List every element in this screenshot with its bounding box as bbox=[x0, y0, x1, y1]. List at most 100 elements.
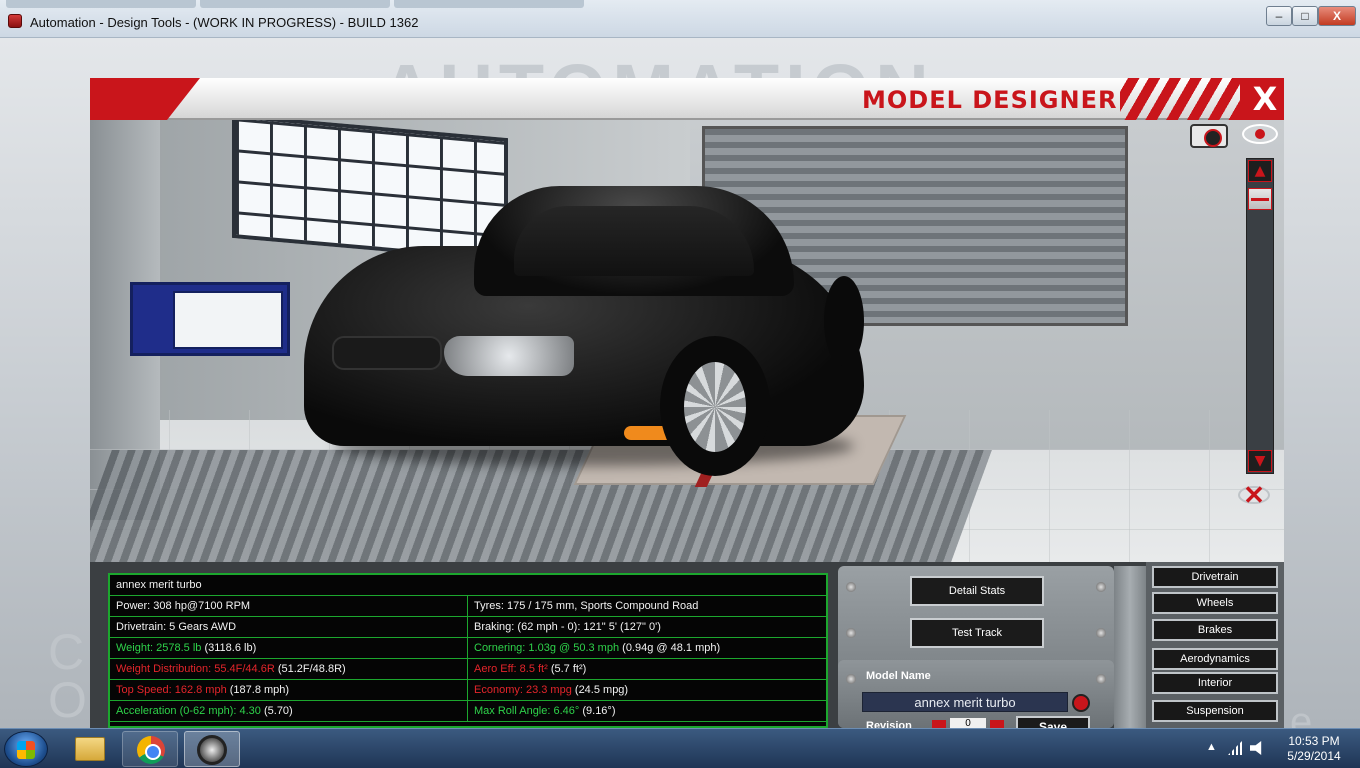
rivet bbox=[846, 582, 856, 592]
stat-aero: Aero Eff: 8.5 ft² (5.7 ft²) bbox=[468, 659, 826, 680]
stat-cornering-alt: (0.94g @ 48.1 mph) bbox=[619, 642, 721, 654]
stat-roll-angle: Max Roll Angle: 6.46° (9.16°) bbox=[468, 701, 826, 722]
stat-acceleration: Acceleration (0-62 mph): 4.30 (5.70) bbox=[110, 701, 468, 722]
panel-close-button[interactable]: X bbox=[1250, 80, 1280, 118]
camera-icon[interactable] bbox=[1190, 124, 1228, 148]
scroll-up-button[interactable]: ▲ bbox=[1248, 160, 1272, 182]
car-windshield bbox=[514, 206, 754, 276]
hide-ui-eye-icon[interactable]: ✕ bbox=[1236, 482, 1272, 508]
workbench-cabinet bbox=[130, 282, 290, 356]
background-decoration-left: CO bbox=[48, 624, 87, 728]
car-headlight bbox=[444, 336, 574, 376]
stats-table: annex merit turbo Power: 308 hp@7100 RPM… bbox=[108, 573, 828, 728]
background-tab-strip bbox=[0, 0, 620, 8]
stat-braking: Braking: (62 mph - 0): 121" 5' (127" 0') bbox=[474, 621, 661, 633]
stat-drivetrain: Drivetrain: 5 Gears AWD bbox=[110, 617, 468, 638]
model-designer-header: MODEL DESIGNER X bbox=[90, 78, 1284, 120]
cross-icon: ✕ bbox=[1243, 480, 1265, 510]
background-tab[interactable] bbox=[6, 0, 196, 8]
panel-divider bbox=[1114, 566, 1146, 728]
table-row: Power: 308 hp@7100 RPM Tyres: 175 / 175 … bbox=[110, 596, 826, 617]
detail-stats-button[interactable]: Detail Stats bbox=[910, 576, 1044, 606]
taskbar-automation[interactable] bbox=[184, 731, 240, 767]
rivet bbox=[846, 628, 856, 638]
maximize-button[interactable]: □ bbox=[1292, 6, 1318, 26]
background-decoration-right: e bbox=[1290, 700, 1313, 728]
background-tab[interactable] bbox=[200, 0, 390, 8]
folder-icon bbox=[75, 737, 105, 761]
app-icon bbox=[8, 14, 22, 28]
stat-economy-value: Economy: 23.3 mpg bbox=[474, 684, 572, 696]
stat-weight-dist-value: Weight Distribution: 55.4F/44.6R bbox=[116, 663, 275, 675]
eye-icon[interactable] bbox=[1242, 124, 1278, 144]
background-tab[interactable] bbox=[394, 0, 584, 8]
stat-weight-distribution: Weight Distribution: 55.4F/44.6R (51.2F/… bbox=[110, 659, 468, 680]
stat-weight-value: Weight: 2578.5 lb bbox=[116, 642, 202, 654]
stat-aero-alt: (5.7 ft²) bbox=[547, 663, 587, 675]
nav-aerodynamics[interactable]: Aerodynamics bbox=[1152, 648, 1278, 670]
stat-cornering-value: Cornering: 1.03g @ 50.3 mph bbox=[474, 642, 620, 654]
nav-suspension[interactable]: Suspension bbox=[1152, 700, 1278, 722]
stat-power: Power: 308 hp@7100 RPM bbox=[110, 596, 468, 617]
reset-name-icon[interactable] bbox=[1072, 694, 1090, 712]
volume-icon[interactable] bbox=[1250, 741, 1262, 755]
taskbar-explorer[interactable] bbox=[62, 731, 118, 767]
tray-expand-icon[interactable]: ▲ bbox=[1206, 741, 1217, 753]
model-name-input[interactable]: annex merit turbo bbox=[862, 692, 1068, 712]
car-grille bbox=[332, 336, 442, 370]
table-row: Acceleration (0-62 mph): 4.30 (5.70) Max… bbox=[110, 701, 826, 722]
stat-economy-alt: (24.5 mpg) bbox=[571, 684, 629, 696]
nav-interior[interactable]: Interior bbox=[1152, 672, 1278, 694]
window-titlebar: Automation - Design Tools - (WORK IN PRO… bbox=[0, 0, 1360, 38]
clock-time: 10:53 PM bbox=[1288, 734, 1340, 748]
rivet bbox=[1096, 582, 1106, 592]
header-accent-left bbox=[90, 78, 200, 120]
car-model bbox=[304, 186, 864, 486]
test-track-button[interactable]: Test Track bbox=[910, 618, 1044, 648]
nav-drivetrain[interactable]: Drivetrain bbox=[1152, 566, 1278, 588]
table-row: Drivetrain: 5 Gears AWD Braking: (62 mph… bbox=[110, 617, 826, 638]
system-clock[interactable]: 10:53 PM 5/29/2014 bbox=[1276, 734, 1352, 764]
stat-roll-alt: (9.16°) bbox=[579, 705, 616, 717]
table-row: Weight Distribution: 55.4F/44.6R (51.2F/… bbox=[110, 659, 826, 680]
automation-icon bbox=[197, 735, 227, 765]
nav-brakes[interactable]: Brakes bbox=[1152, 619, 1278, 641]
chrome-icon bbox=[137, 736, 165, 764]
wheel-rim bbox=[684, 362, 746, 452]
stat-tyres: Tyres: 175 / 175 mm, Sports Compound Roa… bbox=[474, 600, 699, 612]
stat-acceleration-value: Acceleration (0-62 mph): 4.30 bbox=[116, 705, 261, 717]
panel-title: MODEL DESIGNER bbox=[862, 86, 1118, 114]
header-stripes bbox=[1120, 78, 1240, 120]
scroll-down-button[interactable]: ▼ bbox=[1248, 450, 1272, 472]
close-window-button[interactable]: X bbox=[1318, 6, 1356, 26]
stat-aero-value: Aero Eff: 8.5 ft² bbox=[474, 663, 548, 675]
car-viewport[interactable]: ▲ ▼ ✕ bbox=[90, 120, 1284, 562]
stat-weight: Weight: 2578.5 lb (3118.6 lb) bbox=[110, 638, 468, 659]
model-name-label: Model Name bbox=[866, 670, 931, 682]
car-rear-wheel bbox=[824, 276, 864, 366]
rivet bbox=[846, 674, 856, 684]
minimize-button[interactable]: – bbox=[1266, 6, 1292, 26]
car-front-wheel bbox=[660, 336, 770, 476]
rivet bbox=[1096, 674, 1106, 684]
stats-car-name: annex merit turbo bbox=[116, 579, 202, 591]
clock-date: 5/29/2014 bbox=[1287, 749, 1341, 763]
table-row: Weight: 2578.5 lb (3118.6 lb) Cornering:… bbox=[110, 638, 826, 659]
stat-economy: Economy: 23.3 mpg (24.5 mpg) bbox=[468, 680, 826, 701]
stat-roll-value: Max Roll Angle: 6.46° bbox=[474, 705, 580, 717]
rivet bbox=[1096, 628, 1106, 638]
stat-top-speed-alt: (187.8 mph) bbox=[226, 684, 290, 696]
scroll-thumb[interactable] bbox=[1248, 188, 1272, 210]
table-row: annex merit turbo bbox=[110, 575, 826, 596]
stat-top-speed-value: Top Speed: 162.8 mph bbox=[116, 684, 227, 696]
stat-weight-alt: (3118.6 lb) bbox=[201, 642, 257, 654]
stat-acceleration-alt: (5.70) bbox=[260, 705, 293, 717]
stat-cornering: Cornering: 1.03g @ 50.3 mph (0.94g @ 48.… bbox=[468, 638, 826, 659]
stat-top-speed: Top Speed: 162.8 mph (187.8 mph) bbox=[110, 680, 468, 701]
start-button[interactable] bbox=[4, 731, 48, 767]
taskbar-chrome[interactable] bbox=[122, 731, 178, 767]
stat-weight-dist-alt: (51.2F/48.8R) bbox=[274, 663, 346, 675]
table-row: Top Speed: 162.8 mph (187.8 mph) Economy… bbox=[110, 680, 826, 701]
nav-wheels[interactable]: Wheels bbox=[1152, 592, 1278, 614]
network-icon[interactable] bbox=[1228, 741, 1242, 755]
